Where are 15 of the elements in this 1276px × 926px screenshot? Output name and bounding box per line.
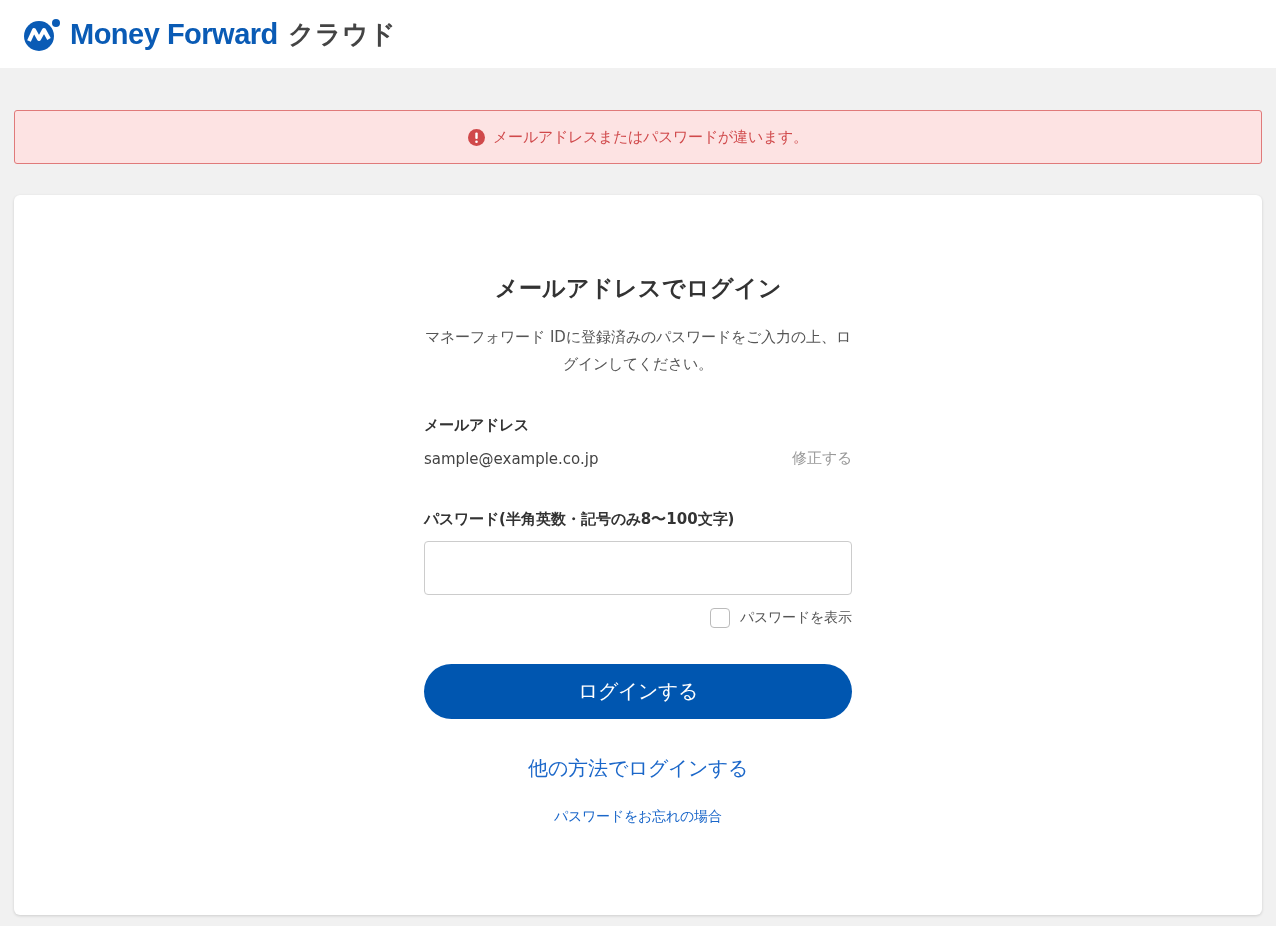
login-description: マネーフォワード IDに登録済みのパスワードをご入力の上、ログインしてください。	[424, 327, 852, 375]
error-message: メールアドレスまたはパスワードが違います。	[493, 127, 808, 147]
login-title: メールアドレスでログイン	[493, 274, 783, 303]
warning-icon	[468, 128, 485, 146]
brand-name: Money Forward	[70, 17, 278, 51]
other-method-link[interactable]: 他の方法でログインする	[528, 755, 748, 782]
password-field[interactable]	[424, 541, 852, 595]
show-password-checkbox[interactable]: パスワードを表示	[710, 608, 852, 628]
forgot-password-link[interactable]: パスワードをお忘れの場合	[554, 808, 722, 826]
email-value: sample@example.co.jp	[424, 449, 599, 468]
field-label: メールアドレス	[424, 416, 529, 435]
product-name: クラウド	[287, 17, 396, 51]
field-label: パスワード(半角英数・記号のみ8〜100文字)	[424, 510, 735, 529]
login-button[interactable]: ログインする	[424, 664, 852, 719]
edit-link[interactable]: 修正する	[792, 449, 852, 468]
